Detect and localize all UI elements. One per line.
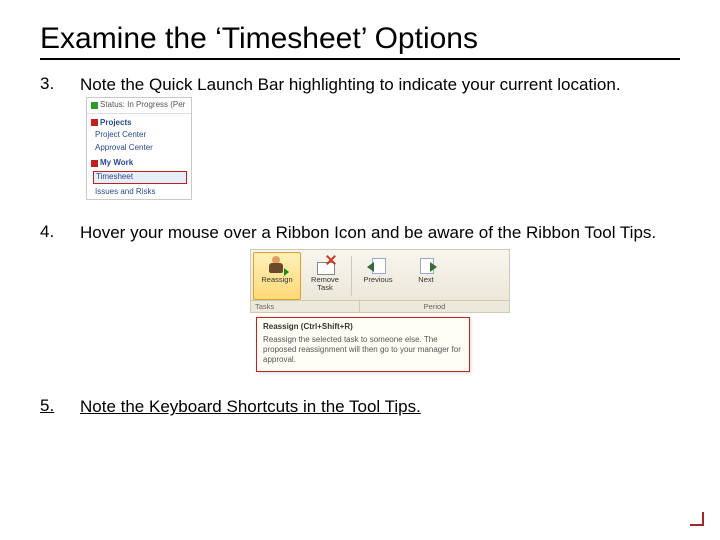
step-4: 4. Hover your mouse over a Ribbon Icon a… bbox=[40, 200, 680, 373]
ql-item: Approval Center bbox=[87, 142, 191, 155]
ribbon-button-previous: Previous bbox=[354, 252, 402, 300]
step-5: 5. Note the Keyboard Shortcuts in the To… bbox=[40, 372, 680, 417]
next-icon bbox=[415, 255, 437, 275]
ribbon-button-label: Next bbox=[418, 276, 433, 284]
slide-title: Examine the ‘Timesheet’ Options bbox=[40, 22, 680, 60]
step-body: Hover your mouse over a Ribbon Icon and … bbox=[80, 200, 680, 373]
status-line: Status: In Progress (Per bbox=[87, 98, 191, 114]
slide: Examine the ‘Timesheet’ Options 3. Note … bbox=[0, 0, 720, 540]
steps-list: 3. Note the Quick Launch Bar highlightin… bbox=[40, 66, 680, 418]
previous-icon bbox=[367, 255, 389, 275]
ribbon-button-remove-task: Remove Task bbox=[301, 252, 349, 300]
bullet-icon bbox=[91, 160, 98, 167]
person-reassign-icon bbox=[266, 255, 288, 275]
ql-section-heading: My Work bbox=[87, 154, 191, 169]
ribbon-groups: Tasks Period bbox=[250, 301, 510, 313]
quick-launch-screenshot: Status: In Progress (Per Projects Projec… bbox=[86, 97, 192, 200]
ql-item-selected: Timesheet bbox=[93, 171, 187, 184]
bullet-icon bbox=[91, 119, 98, 126]
step-text: Hover your mouse over a Ribbon Icon and … bbox=[80, 223, 656, 242]
step-number: 5. bbox=[40, 372, 80, 417]
ribbon-bar: Reassign Remove Task Previous bbox=[250, 249, 510, 301]
ql-section-heading: Projects bbox=[87, 114, 191, 129]
ribbon-button-reassign: Reassign bbox=[253, 252, 301, 300]
ribbon-screenshot: Reassign Remove Task Previous bbox=[250, 249, 510, 372]
step-number: 4. bbox=[40, 200, 80, 373]
ribbon-group-label: Tasks bbox=[251, 301, 360, 312]
ribbon-separator bbox=[351, 256, 352, 296]
tooltip-title: Reassign (Ctrl+Shift+R) bbox=[263, 322, 463, 332]
ribbon-group-label: Period bbox=[360, 301, 509, 312]
ribbon-button-label: Remove Task bbox=[304, 276, 346, 292]
step-number: 3. bbox=[40, 66, 80, 200]
ql-item: Issues and Risks bbox=[87, 186, 191, 199]
step-body: Note the Keyboard Shortcuts in the Tool … bbox=[80, 372, 680, 417]
remove-task-icon bbox=[314, 255, 336, 275]
ribbon-button-label: Reassign bbox=[261, 276, 292, 284]
corner-decoration-icon bbox=[690, 512, 704, 526]
step-text: Note the Keyboard Shortcuts in the Tool … bbox=[80, 397, 421, 416]
ribbon-button-label: Previous bbox=[363, 276, 392, 284]
step-body: Note the Quick Launch Bar highlighting t… bbox=[80, 66, 680, 200]
ribbon-tooltip: Reassign (Ctrl+Shift+R) Reassign the sel… bbox=[256, 317, 470, 372]
ribbon-button-next: Next bbox=[402, 252, 450, 300]
step-3: 3. Note the Quick Launch Bar highlightin… bbox=[40, 66, 680, 200]
step-text: Note the Quick Launch Bar highlighting t… bbox=[80, 75, 621, 94]
status-indicator-icon bbox=[91, 102, 98, 109]
tooltip-body: Reassign the selected task to someone el… bbox=[263, 335, 463, 365]
ql-item: Project Center bbox=[87, 129, 191, 142]
